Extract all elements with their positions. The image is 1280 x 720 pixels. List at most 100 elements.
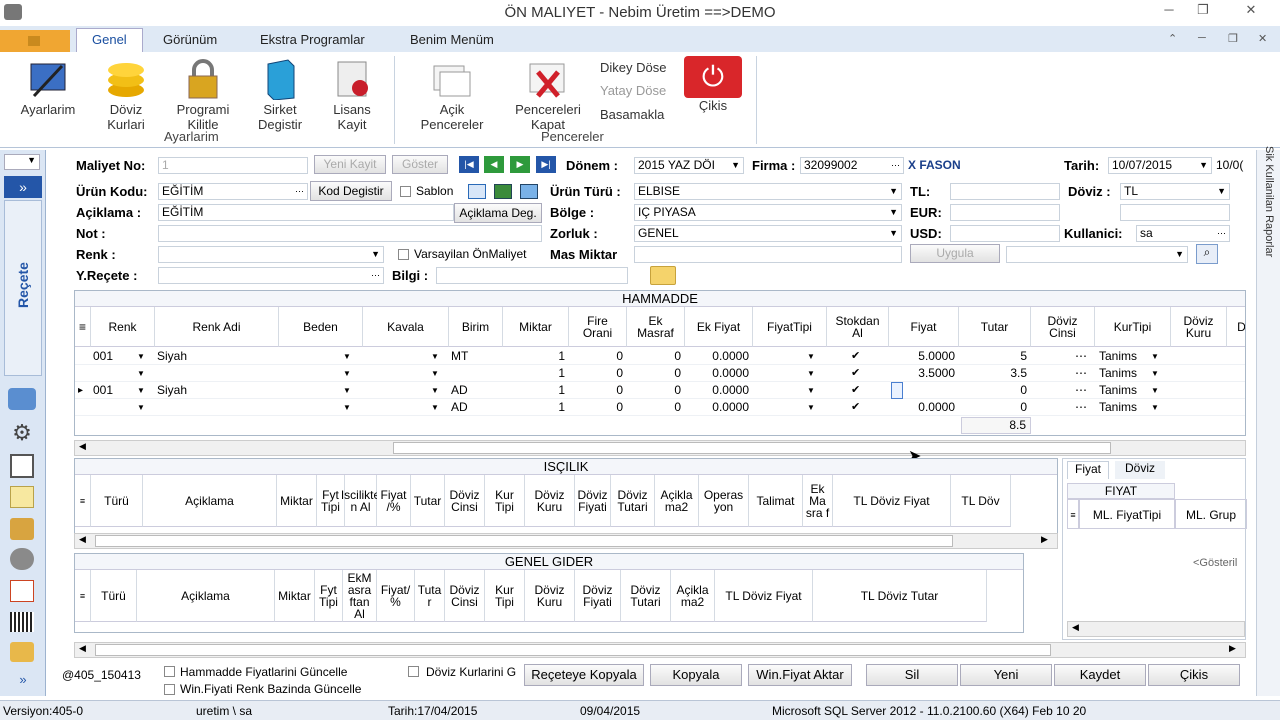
urun-turu-select[interactable]: ELBISE ▼ <box>634 183 902 200</box>
col-doviz-kuru[interactable]: Döviz Kuru <box>1171 307 1227 347</box>
scroll-left-icon[interactable]: ◀ <box>79 643 86 654</box>
cell-miktar[interactable]: 1 <box>503 399 565 416</box>
recete-field[interactable]: ⋯ <box>158 267 384 284</box>
acik-pencereler-button[interactable]: Açik Pencereler <box>406 58 498 132</box>
kavala-dropdown-icon[interactable]: ▼ <box>431 365 443 382</box>
table-row[interactable]: ▼ ▼ ▼ 1 0 0 0.0000 ▼ ✔ 3.5000 3.5 ⋯ Tanims ▼ <box>75 365 1245 382</box>
scroll-left-icon[interactable]: ◀ <box>1072 622 1079 633</box>
col-ek-fiyat[interactable]: Ek Fiyat <box>685 307 753 347</box>
yatay-dose-button[interactable]: Yatay Döse <box>600 83 666 98</box>
cell-ek-masraf[interactable]: 0 <box>627 365 681 382</box>
col-ml-grup[interactable]: ML. Grup <box>1175 499 1247 529</box>
scroll-right-icon[interactable]: ▶ <box>1041 534 1048 545</box>
not-field[interactable] <box>158 225 542 242</box>
genel-gider-col-4[interactable]: EkM asra ftan Al <box>343 570 377 622</box>
zorluk-select[interactable]: GENEL ▼ <box>634 225 902 242</box>
kullanici-field[interactable]: sa ⋯ <box>1136 225 1230 242</box>
usd-field[interactable] <box>950 225 1060 242</box>
minimize-icon[interactable]: ─ <box>1158 2 1180 22</box>
iscilik-scrollbar[interactable]: ◀ ▶ <box>74 533 1058 549</box>
kopyala-button[interactable]: Kopyala <box>650 664 742 686</box>
cell-renk-adi[interactable] <box>157 399 267 416</box>
iscilik-col-1[interactable]: Açiklama <box>143 475 277 527</box>
cell-renk[interactable] <box>91 399 131 416</box>
pencereleri-kapat-button[interactable]: Pencereleri Kapat <box>508 58 588 132</box>
cell-ek-masraf[interactable]: 0 <box>627 399 681 416</box>
cell-tutar[interactable]: 3.5 <box>959 365 1027 382</box>
table-row[interactable]: ▼ ▼ ▼ AD 1 0 0 0.0000 ▼ ✔ 0.0000 0 ⋯ Tanims ▼ <box>75 399 1245 416</box>
win-fiyati-checkbox[interactable] <box>164 684 175 695</box>
bilgi-field[interactable] <box>436 267 628 284</box>
iscilik-col-10[interactable]: Döviz Fiyati <box>575 475 611 527</box>
genel-gider-col-11[interactable]: Döviz Tutari <box>621 570 671 622</box>
lisans-kayit-button[interactable]: Lisans Kayit <box>320 58 384 132</box>
stokdan-al-checkbox[interactable]: ✔ <box>851 382 865 399</box>
cell-miktar[interactable]: 1 <box>503 348 565 365</box>
last-record-icon[interactable]: ▶| <box>536 156 556 173</box>
cell-fire[interactable]: 0 <box>569 382 623 399</box>
fiyat-tipi-dropdown-icon[interactable]: ▼ <box>807 365 819 382</box>
iscilik-col-8[interactable]: Kur Tipi <box>485 475 525 527</box>
genel-gider-col-10[interactable]: Döviz Fiyati <box>575 570 621 622</box>
money-icon[interactable] <box>10 642 34 662</box>
genel-gider-col-8[interactable]: Kur Tipi <box>485 570 525 622</box>
cell-kur-tipi[interactable]: Tanims <box>1099 399 1147 416</box>
cell-tutar[interactable]: 5 <box>959 348 1027 365</box>
iscilik-col-5[interactable]: Fiyat /% <box>377 475 411 527</box>
report-search-icon[interactable]: ⌕ <box>1196 244 1218 264</box>
urun-kodu-field[interactable]: EĞİTİM ⋯ <box>158 183 308 200</box>
sirket-degistir-button[interactable]: Sirket Degistir <box>248 58 312 132</box>
window-icon[interactable] <box>468 184 486 199</box>
next-record-icon[interactable]: ▶ <box>510 156 530 173</box>
gear-icon[interactable]: ⚙ <box>8 422 36 444</box>
col-ml-fiyat-tipi[interactable]: ML. FiyatTipi <box>1079 499 1175 529</box>
cell-birim[interactable]: AD <box>451 399 499 416</box>
col-ek-masraf[interactable]: Ek Masraf <box>627 307 685 347</box>
iscilik-col-0[interactable]: Türü <box>91 475 143 527</box>
tab-gorunum[interactable]: Görünüm <box>163 32 217 47</box>
basamakla-button[interactable]: Basamakla <box>600 107 664 122</box>
tab-fiyat[interactable]: Fiyat <box>1067 461 1109 479</box>
right-reports-bar[interactable]: Sik Kullanilan Raporlar <box>1256 146 1280 696</box>
win-fiyat-aktar-button[interactable]: Win.Fiyat Aktar <box>748 664 852 686</box>
tools-icon[interactable] <box>10 518 34 540</box>
cikis-button[interactable]: Çikis <box>1148 664 1240 686</box>
cell-miktar[interactable]: 1 <box>503 365 565 382</box>
cell-ek-fiyat[interactable]: 0.0000 <box>685 399 749 416</box>
col-fiyat-tipi[interactable]: FiyatTipi <box>753 307 827 347</box>
ribbon-collapse-icon[interactable]: ⌃ <box>1168 32 1177 45</box>
iscilik-col-12[interactable]: Açikla ma2 <box>655 475 699 527</box>
nav-more-icon[interactable]: » <box>4 672 42 692</box>
genel-gider-scrollbar[interactable]: ◀ ▶ <box>74 642 1246 658</box>
col-tutar[interactable]: Tutar <box>959 307 1031 347</box>
renk-dropdown-icon[interactable]: ▼ <box>137 399 149 416</box>
document-icon[interactable] <box>10 454 34 478</box>
cell-fiyat[interactable]: 5.0000 <box>889 348 955 365</box>
iscilik-col-6[interactable]: Tutar <box>411 475 445 527</box>
iscilik-col-11[interactable]: Döviz Tutari <box>611 475 655 527</box>
iscilik-col-14[interactable]: Talimat <box>749 475 803 527</box>
beden-dropdown-icon[interactable]: ▼ <box>343 365 355 382</box>
cell-ek-fiyat[interactable]: 0.0000 <box>685 348 749 365</box>
cell-ek-fiyat[interactable]: 0.0000 <box>685 382 749 399</box>
iscilik-col-16[interactable]: TL Döviz Fiyat <box>833 475 951 527</box>
scroll-right-icon[interactable]: ▶ <box>1229 643 1236 654</box>
col-fiyat[interactable]: Fiyat <box>889 307 959 347</box>
yeni-kayit-button[interactable]: Yeni Kayit <box>314 155 386 174</box>
recete-nav-panel[interactable]: Reçete <box>4 200 42 376</box>
kur-tipi-dropdown-icon[interactable]: ▼ <box>1151 382 1163 399</box>
nav-select[interactable]: ▼ <box>4 154 40 170</box>
uygula-button[interactable]: Uygula <box>910 244 1000 263</box>
dikey-dose-button[interactable]: Dikey Döse <box>600 60 666 75</box>
tab-ekstra-programlar[interactable]: Ekstra Programlar <box>260 32 365 47</box>
col-miktar[interactable]: Miktar <box>503 307 569 347</box>
doviz-kurlari-checkbox[interactable] <box>408 666 419 677</box>
mdi-restore-icon[interactable]: ❐ <box>1228 32 1238 45</box>
iscilik-col-17[interactable]: TL Döv <box>951 475 1011 527</box>
doviz-cinsi-ellipsis-icon[interactable]: ⋯ <box>1075 348 1091 365</box>
cell-tutar[interactable]: 0 <box>959 382 1027 399</box>
iscilik-col-13[interactable]: Operas yon <box>699 475 749 527</box>
sil-button[interactable]: Sil <box>866 664 958 686</box>
mdi-minimize-icon[interactable]: ─ <box>1198 32 1206 44</box>
users-icon[interactable] <box>8 388 36 410</box>
